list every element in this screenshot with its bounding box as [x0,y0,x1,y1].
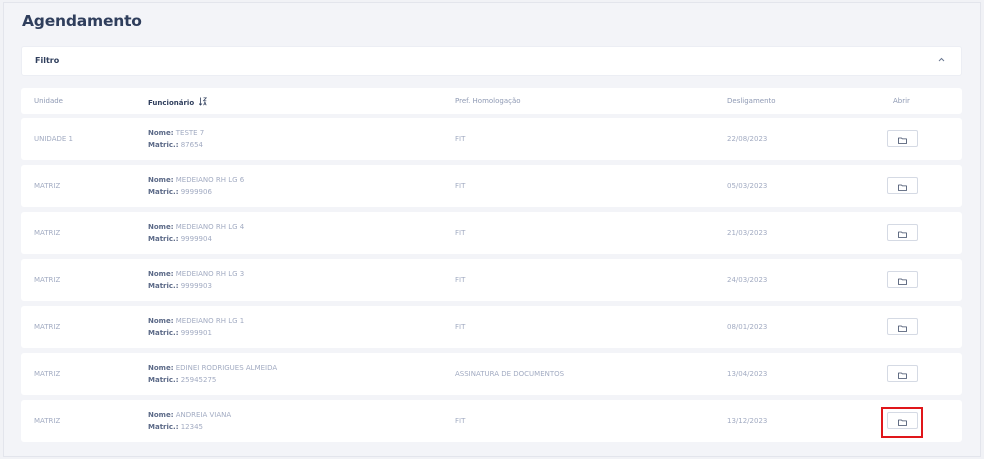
cell-matric: Matric.: 12345 [148,423,203,431]
table-row: MATRIZ Nome: MEDEIANO RH LG 6 Matric.: 999… [21,165,962,207]
nome-value: TESTE 7 [173,129,205,137]
nome-label: Nome: [148,364,174,372]
cell-pref-homologacao: FIT [455,323,466,331]
cell-desligamento: 13/04/2023 [727,370,768,378]
open-button[interactable] [887,130,918,147]
highlight-box [881,407,923,438]
nome-value: MEDEIANO RH LG 1 [173,317,245,325]
cell-nome: Nome: ANDREIA VIANA [148,411,231,419]
matric-label: Matric.: [148,282,179,290]
nome-label: Nome: [148,176,174,184]
nome-value: ANDREIA VIANA [173,411,232,419]
cell-nome: Nome: MEDEIANO RH LG 3 [148,270,244,278]
cell-matric: Matric.: 9999903 [148,282,212,290]
chevron-up-icon[interactable] [938,55,945,64]
page-title: Agendamento [22,12,142,30]
cell-desligamento: 21/03/2023 [727,229,768,237]
table-row: MATRIZ Nome: EDINEI RODRIGUES ALMEIDA Matr… [21,353,962,395]
filter-title: Filtro [35,56,60,65]
cell-nome: Nome: MEDEIANO RH LG 1 [148,317,244,325]
cell-nome: Nome: MEDEIANO RH LG 6 [148,176,244,184]
nome-value: MEDEIANO RH LG 3 [173,270,245,278]
cell-desligamento: 05/03/2023 [727,182,768,190]
open-button[interactable] [887,271,918,288]
matric-label: Matric.: [148,423,179,431]
table-row: MATRIZ Nome: MEDEIANO RH LG 1 Matric.: 999… [21,306,962,348]
cell-matric: Matric.: 25945275 [148,376,216,384]
nome-label: Nome: [148,129,174,137]
nome-label: Nome: [148,317,174,325]
matric-label: Matric.: [148,235,179,243]
cell-desligamento: 13/12/2023 [727,417,768,425]
cell-desligamento: 08/01/2023 [727,323,768,331]
header-funcionario[interactable]: Funcionário [148,97,207,108]
cell-matric: Matric.: 87654 [148,141,203,149]
open-button[interactable] [887,177,918,194]
cell-pref-homologacao: FIT [455,229,466,237]
folder-icon [898,270,907,289]
matric-value: 9999903 [178,282,212,290]
header-abrir: Abrir [893,97,910,105]
matric-value: 9999901 [178,329,212,337]
matric-value: 25945275 [178,376,217,384]
cell-pref-homologacao: FIT [455,182,466,190]
cell-pref-homologacao: FIT [455,135,466,143]
cell-desligamento: 24/03/2023 [727,276,768,284]
cell-unidade: MATRIZ [34,276,61,284]
matric-value: 9999906 [178,188,212,196]
table-row: MATRIZ Nome: MEDEIANO RH LG 4 Matric.: 999… [21,212,962,254]
matric-value: 87654 [178,141,203,149]
matric-label: Matric.: [148,329,179,337]
open-button[interactable] [887,318,918,335]
nome-label: Nome: [148,411,174,419]
cell-nome: Nome: TESTE 7 [148,129,204,137]
header-funcionario-label: Funcionário [148,99,195,107]
cell-unidade: MATRIZ [34,370,61,378]
cell-unidade: MATRIZ [34,229,61,237]
cell-nome: Nome: MEDEIANO RH LG 4 [148,223,244,231]
cell-unidade: UNIDADE 1 [34,135,73,143]
open-button[interactable] [887,224,918,241]
cell-unidade: MATRIZ [34,323,61,331]
nome-label: Nome: [148,223,174,231]
filter-panel[interactable]: Filtro [21,46,962,76]
header-desligamento: Desligamento [727,97,776,105]
cell-unidade: MATRIZ [34,417,61,425]
header-pref-homologacao: Pref. Homologação [455,97,521,105]
cell-matric: Matric.: 9999904 [148,235,212,243]
nome-value: MEDEIANO RH LG 4 [173,223,245,231]
cell-matric: Matric.: 9999906 [148,188,212,196]
matric-value: 9999904 [178,235,212,243]
sort-icon[interactable] [198,97,207,108]
matric-label: Matric.: [148,188,179,196]
table-row: MATRIZ Nome: ANDREIA VIANA Matric.: 12345 F… [21,400,962,442]
matric-label: Matric.: [148,376,179,384]
table-header: Unidade Funcionário Pref. Homologação De… [21,88,962,114]
cell-matric: Matric.: 9999901 [148,329,212,337]
folder-icon [898,129,907,148]
table-row: MATRIZ Nome: MEDEIANO RH LG 3 Matric.: 999… [21,259,962,301]
nome-value: EDINEI RODRIGUES ALMEIDA [173,364,278,372]
table-row: UNIDADE 1 Nome: TESTE 7 Matric.: 87654 FIT 2… [21,118,962,160]
cell-pref-homologacao: FIT [455,276,466,284]
cell-nome: Nome: EDINEI RODRIGUES ALMEIDA [148,364,277,372]
header-unidade: Unidade [34,97,63,105]
folder-icon [898,364,907,383]
cell-desligamento: 22/08/2023 [727,135,768,143]
cell-unidade: MATRIZ [34,182,61,190]
matric-label: Matric.: [148,141,179,149]
folder-icon [898,223,907,242]
cell-pref-homologacao: ASSINATURA DE DOCUMENTOS [455,370,565,378]
open-button[interactable] [887,365,918,382]
folder-icon [898,317,907,336]
nome-label: Nome: [148,270,174,278]
nome-value: MEDEIANO RH LG 6 [173,176,245,184]
folder-icon [898,176,907,195]
cell-pref-homologacao: FIT [455,417,466,425]
matric-value: 12345 [178,423,203,431]
